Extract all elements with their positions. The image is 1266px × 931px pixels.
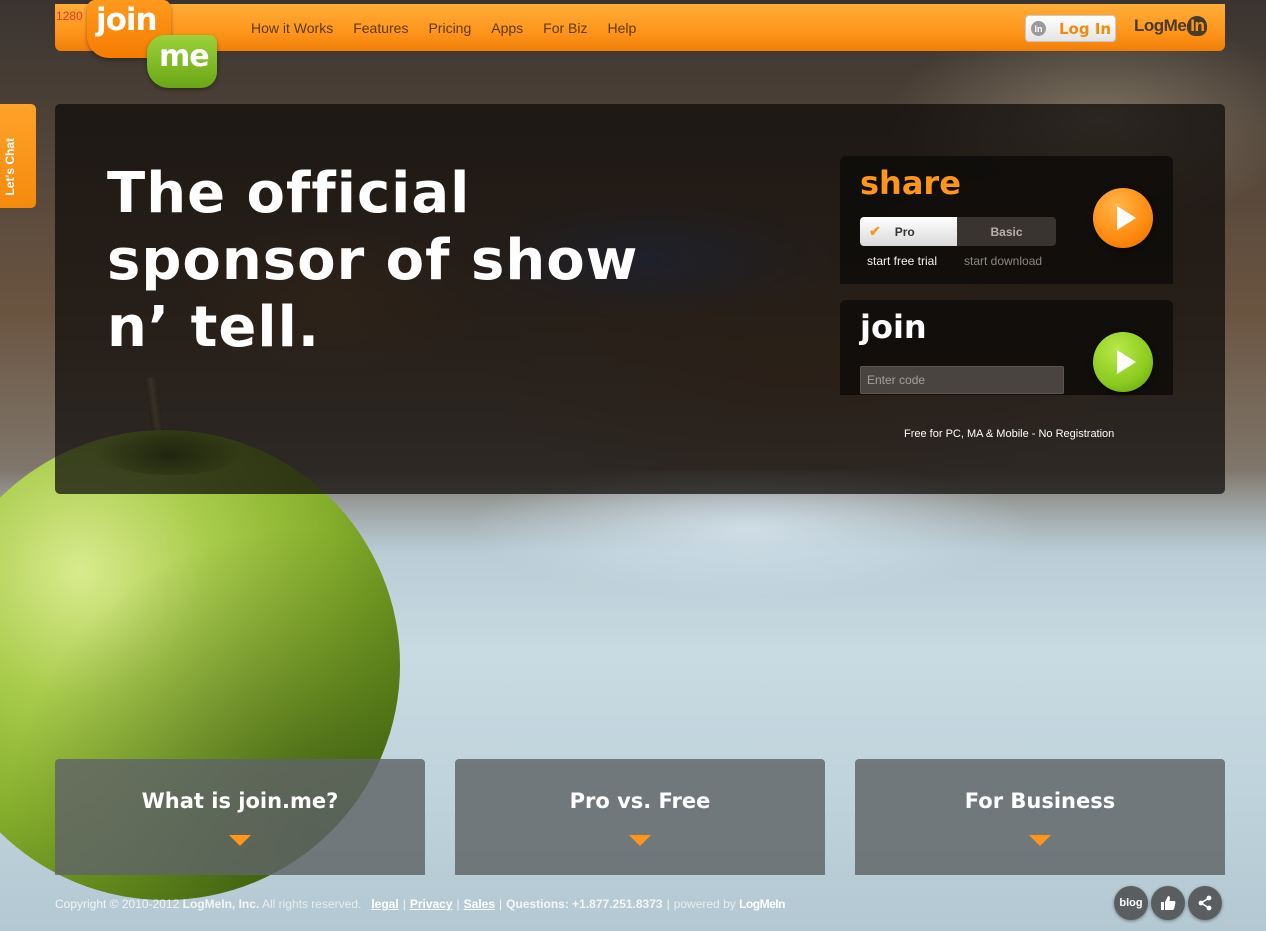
chevron-down-icon	[229, 835, 251, 846]
lets-chat-label: Let's Chat	[3, 138, 17, 196]
login-button[interactable]: In Log In	[1025, 15, 1116, 42]
chevron-down-icon	[1029, 835, 1051, 846]
start-free-trial-link[interactable]: start free trial	[867, 254, 937, 268]
join-code-input[interactable]	[860, 366, 1064, 394]
logmein-logo-suffix: In	[1187, 16, 1208, 36]
tile-pro-vs-free[interactable]: Pro vs. Free	[455, 759, 825, 875]
thumbs-up-icon	[1161, 896, 1176, 910]
share-play-button[interactable]	[1093, 188, 1153, 248]
logo-me-text: me	[159, 39, 210, 74]
basic-toggle-option[interactable]: Basic	[957, 217, 1056, 246]
logo-join-text: join	[96, 2, 158, 38]
tile-what-is-joinme[interactable]: What is join.me?	[55, 759, 425, 875]
share-title: share	[860, 164, 961, 202]
hero-title: The official sponsor of show n’ tell.	[107, 161, 639, 360]
nav-help[interactable]: Help	[608, 20, 637, 36]
tile-label: For Business	[964, 789, 1116, 813]
tile-label: Pro vs. Free	[569, 789, 711, 813]
nav-features[interactable]: Features	[353, 20, 408, 36]
footer-link-sales[interactable]: Sales	[464, 897, 495, 911]
join-play-button[interactable]	[1093, 332, 1153, 392]
like-button[interactable]	[1151, 886, 1185, 920]
powered-by-text: powered by	[673, 897, 736, 911]
ruler-label: 1280	[56, 9, 83, 23]
nav-for-biz[interactable]: For Biz	[543, 20, 587, 36]
join-title: join	[860, 308, 927, 346]
login-label: Log In	[1059, 19, 1112, 38]
checkmark-icon: ✔	[869, 223, 881, 239]
logmein-logo-text: LogMe	[1134, 16, 1187, 35]
nav-how-it-works[interactable]: How it Works	[251, 20, 333, 36]
nav-apps[interactable]: Apps	[491, 20, 523, 36]
lets-chat-tab[interactable]: Let's Chat	[0, 104, 36, 208]
rights-text: All rights reserved.	[261, 897, 362, 911]
start-download-link[interactable]: start download	[964, 254, 1042, 268]
pro-label: Pro	[894, 224, 915, 239]
footer-link-legal[interactable]: legal	[371, 897, 398, 911]
nav-pricing[interactable]: Pricing	[428, 20, 471, 36]
company-name: LogMeIn, Inc.	[182, 897, 260, 911]
powered-by-logmein-logo: LogMeIn	[739, 897, 785, 911]
pro-toggle-option[interactable]: ✔ Pro	[860, 217, 957, 246]
chevron-down-icon	[629, 835, 651, 846]
footer-link-privacy[interactable]: Privacy	[410, 897, 453, 911]
logo-me[interactable]: me	[147, 35, 217, 88]
questions-phone: Questions: +1.877.251.8373	[506, 897, 663, 911]
blog-button[interactable]: blog	[1114, 886, 1148, 920]
free-platforms-note: Free for PC, MA & Mobile - No Registrati…	[904, 428, 1115, 440]
copyright-text: Copyright © 2010-2012	[55, 897, 180, 911]
tile-label: What is join.me?	[141, 789, 339, 813]
plan-toggle: ✔ Pro Basic	[860, 217, 1056, 246]
footer: Copyright © 2010-2012 LogMeIn, Inc. All …	[55, 897, 785, 911]
share-icon-button[interactable]	[1188, 886, 1222, 920]
main-nav: How it Works Features Pricing Apps For B…	[251, 20, 656, 36]
logmein-icon: In	[1031, 21, 1046, 36]
share-icon	[1198, 895, 1212, 911]
logmein-logo[interactable]: LogMe In	[1134, 16, 1208, 36]
tile-for-business[interactable]: For Business	[855, 759, 1225, 875]
